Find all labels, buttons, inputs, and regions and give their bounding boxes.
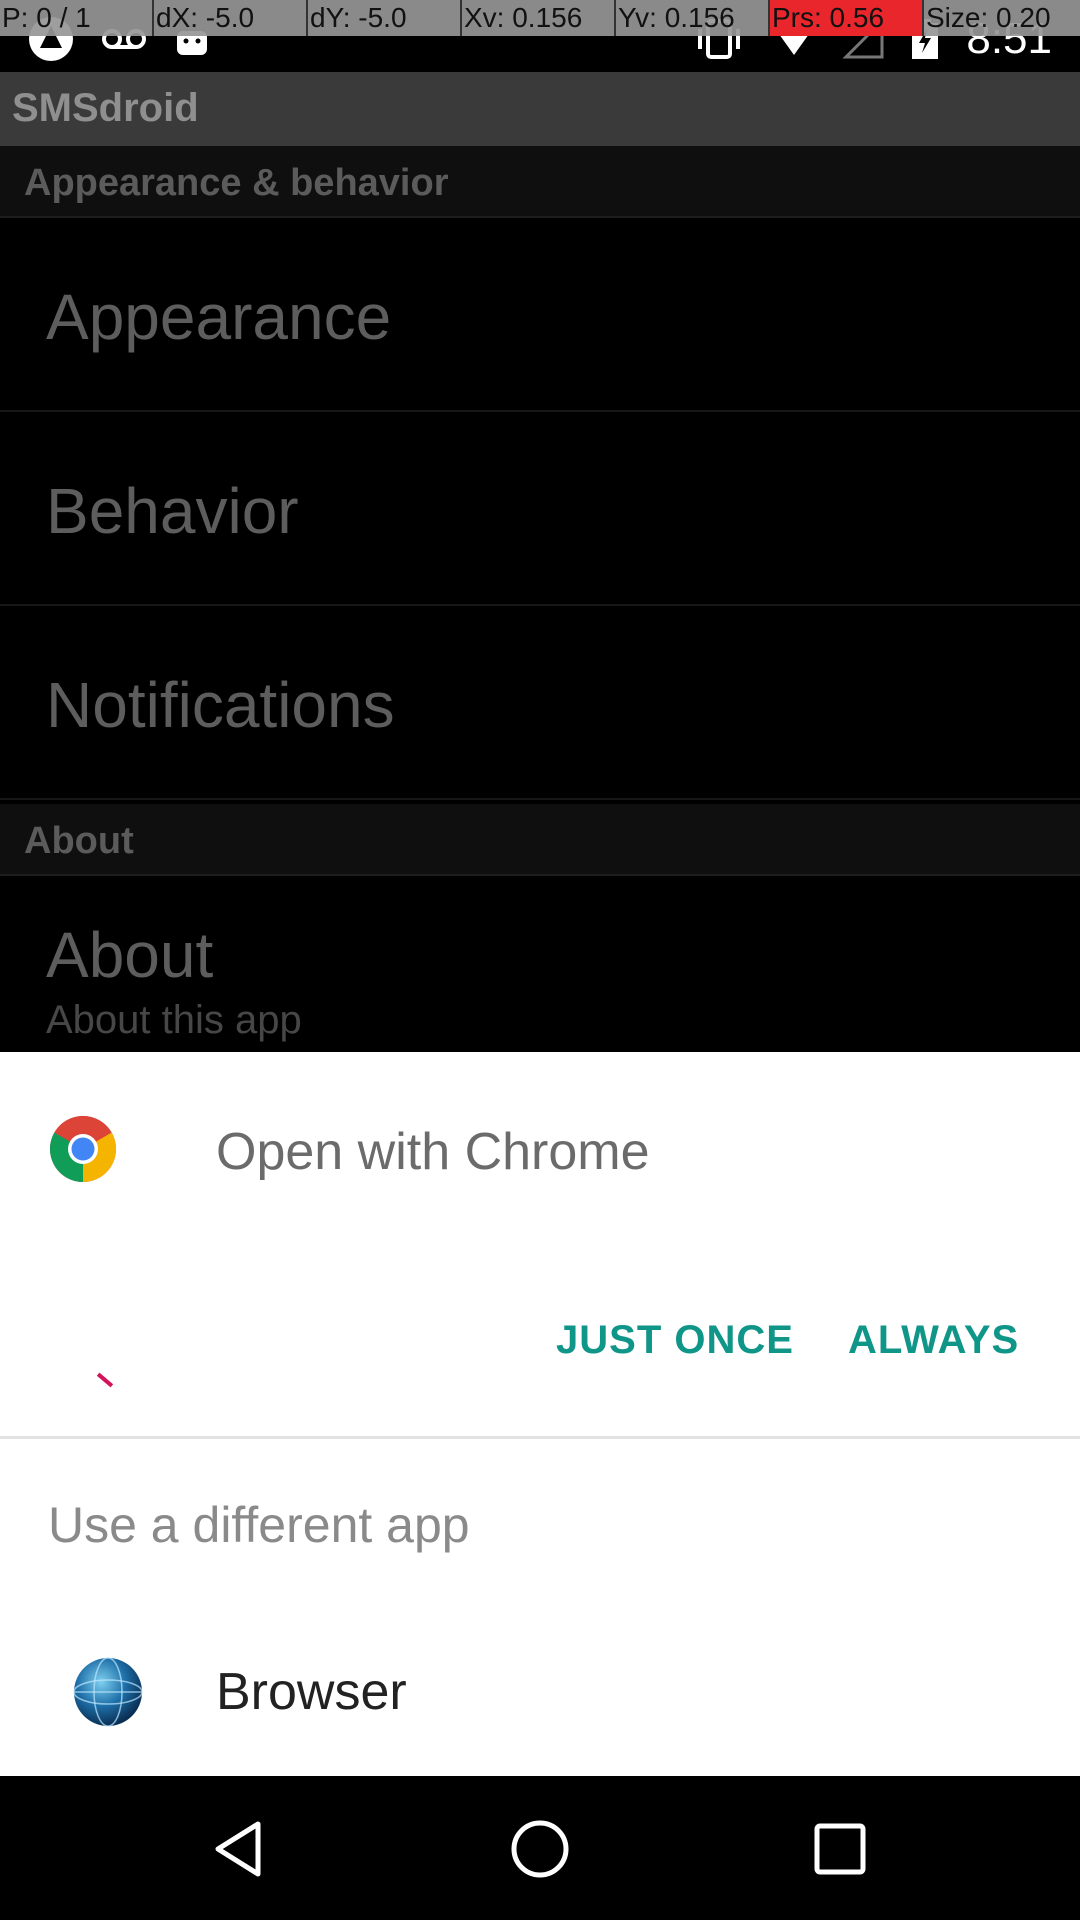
sheet-divider: [0, 1436, 1080, 1439]
browser-app-row[interactable]: Browser: [0, 1632, 1080, 1776]
debug-yv: Yv: 0.156: [616, 0, 770, 36]
browser-label: Browser: [216, 1663, 407, 1721]
debug-dy: dY: -5.0: [308, 0, 462, 36]
pref-item-about[interactable]: About About this app: [0, 876, 1080, 1070]
pref-item-summary: About this app: [46, 998, 302, 1042]
app-title: SMSdroid: [12, 86, 199, 130]
pref-item-label: About: [46, 919, 214, 991]
touch-trace-mark: [96, 1372, 114, 1388]
browser-globe-icon: [73, 1657, 143, 1727]
section-header-label: About: [24, 820, 134, 862]
navigation-bar: [0, 1776, 1080, 1920]
open-with-sheet: Open with Chrome JUST ONCE ALWAYS Use a …: [0, 1052, 1080, 1776]
section-header-appearance-behavior: Appearance & behavior: [0, 146, 1080, 218]
open-with-label: Open with Chrome: [216, 1123, 650, 1181]
always-button[interactable]: ALWAYS: [848, 1318, 1019, 1363]
app-bar: SMSdroid: [0, 72, 1080, 146]
pref-item-notifications[interactable]: Notifications: [0, 606, 1080, 800]
debug-pointer: P: 0 / 1: [0, 0, 154, 36]
pref-item-label: Appearance: [46, 281, 392, 353]
pref-item-behavior[interactable]: Behavior: [0, 412, 1080, 606]
chrome-icon: [49, 1115, 117, 1182]
pref-item-label: Notifications: [46, 669, 395, 741]
back-icon[interactable]: [206, 1814, 276, 1884]
debug-size: Size: 0.20: [926, 2, 1051, 33]
debug-pressure: Prs: 0.56: [770, 0, 924, 36]
home-icon[interactable]: [505, 1814, 575, 1884]
recents-icon[interactable]: [805, 1814, 875, 1884]
open-with-chrome-row[interactable]: Open with Chrome: [0, 1052, 1080, 1247]
just-once-button[interactable]: JUST ONCE: [556, 1318, 794, 1363]
use-different-app-label: Use a different app: [48, 1497, 470, 1553]
pointer-debug-overlay: P: 0 / 1 dX: -5.0 dY: -5.0 Xv: 0.156 Yv:…: [0, 0, 1080, 36]
pref-item-label: Behavior: [46, 475, 299, 547]
section-header-label: Appearance & behavior: [24, 162, 449, 204]
section-header-about: About: [0, 804, 1080, 876]
pref-item-appearance[interactable]: Appearance: [0, 218, 1080, 412]
debug-xv: Xv: 0.156: [462, 0, 616, 36]
debug-dx: dX: -5.0: [154, 0, 308, 36]
